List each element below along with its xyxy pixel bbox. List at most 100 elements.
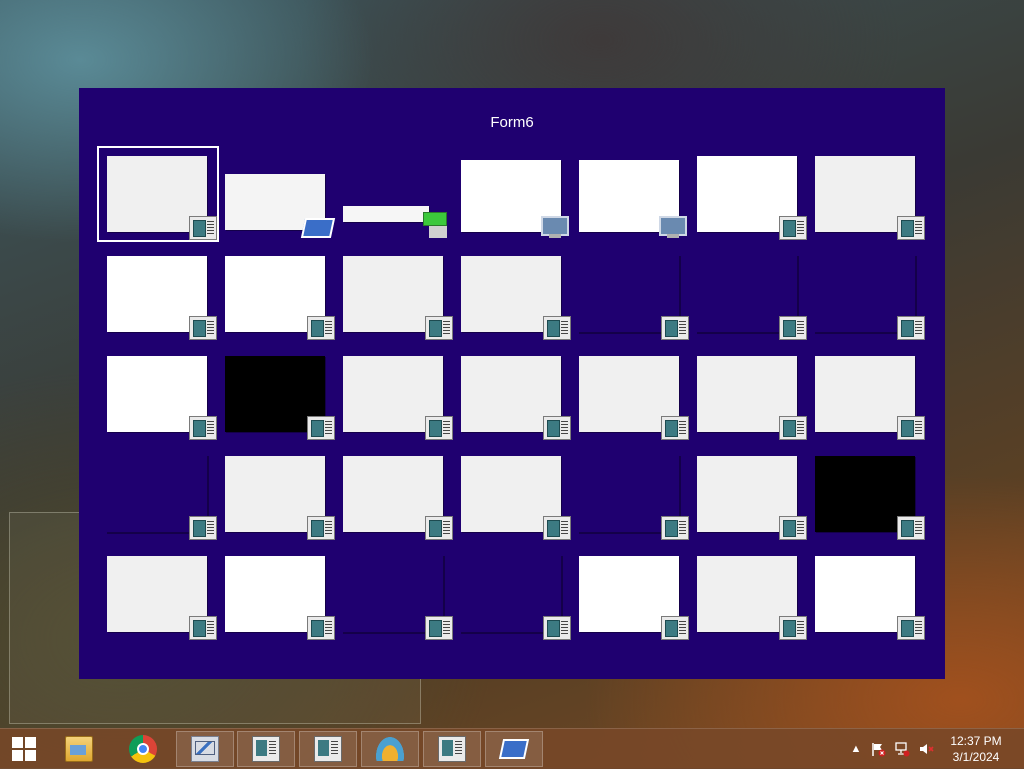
window-thumbnail[interactable] <box>335 448 453 540</box>
form-icon <box>661 316 689 340</box>
window-thumbnail[interactable] <box>571 548 689 640</box>
form-icon <box>425 616 453 640</box>
form-icon <box>897 316 925 340</box>
form-icon <box>307 416 335 440</box>
form-app-2-icon <box>314 736 342 762</box>
window-thumbnail[interactable] <box>453 448 571 540</box>
system-tray: ▲ 12:37 PM 3/1/2024 <box>824 729 1024 769</box>
window-thumbnail[interactable] <box>97 146 219 242</box>
performance-monitor-icon <box>537 214 571 240</box>
window-thumbnail[interactable] <box>99 348 217 440</box>
window-thumbnail[interactable] <box>807 548 925 640</box>
volume-muted-icon[interactable] <box>918 741 934 757</box>
clock[interactable]: 12:37 PM 3/1/2024 <box>946 733 1006 765</box>
chrome-icon <box>129 735 157 763</box>
form-icon <box>189 616 217 640</box>
clock-time: 12:37 PM <box>950 734 1002 748</box>
window-thumbnail[interactable] <box>571 148 689 240</box>
form-icon <box>779 416 807 440</box>
window-thumbnail[interactable] <box>571 248 689 340</box>
thumbnail-preview <box>343 206 429 222</box>
window-thumbnail[interactable] <box>335 248 453 340</box>
taskbar-button-form-app-2[interactable] <box>299 731 357 767</box>
window-thumbnail[interactable] <box>99 448 217 540</box>
taskbar-button-form-app-1[interactable] <box>237 731 295 767</box>
window-thumbnail[interactable] <box>217 548 335 640</box>
form-icon <box>425 316 453 340</box>
action-center-flag-icon[interactable] <box>870 741 886 757</box>
window-thumbnail[interactable] <box>807 348 925 440</box>
computer-icon <box>655 214 689 240</box>
window-thumbnail[interactable] <box>571 348 689 440</box>
form-app-3-icon <box>438 736 466 762</box>
form-icon <box>897 616 925 640</box>
shell-app-icon <box>376 737 404 761</box>
window-thumbnail[interactable] <box>453 548 571 640</box>
file-explorer-icon <box>65 736 93 762</box>
alt-tab-switcher: Form6 <box>79 88 945 679</box>
form-icon <box>543 416 571 440</box>
window-thumbnail[interactable] <box>453 248 571 340</box>
form-icon <box>307 516 335 540</box>
window-thumbnail[interactable] <box>453 348 571 440</box>
window-thumbnail[interactable] <box>335 348 453 440</box>
form-icon <box>897 216 925 240</box>
battery-icon <box>419 210 453 240</box>
window-thumbnail[interactable] <box>217 348 335 440</box>
window-thumbnail[interactable] <box>689 348 807 440</box>
window-thumbnail[interactable] <box>689 148 807 240</box>
form-icon <box>661 516 689 540</box>
window-thumbnail[interactable] <box>335 148 453 240</box>
taskbar-button-shell-app[interactable] <box>361 731 419 767</box>
window-thumbnail[interactable] <box>217 248 335 340</box>
form-icon <box>661 616 689 640</box>
window-thumbnail[interactable] <box>807 448 925 540</box>
form-icon <box>189 416 217 440</box>
window-thumbnail[interactable] <box>99 248 217 340</box>
window-thumbnail[interactable] <box>571 448 689 540</box>
form-icon <box>307 616 335 640</box>
form-icon <box>543 616 571 640</box>
form-icon <box>543 316 571 340</box>
window-thumbnail[interactable] <box>453 148 571 240</box>
taskbar: ▲ 12:37 PM 3/1/2024 <box>0 728 1024 769</box>
clock-date: 3/1/2024 <box>952 750 1000 764</box>
form-icon <box>779 216 807 240</box>
taskbar-button-performance-monitor[interactable] <box>176 731 234 767</box>
window-thumbnail[interactable] <box>217 448 335 540</box>
window-thumbnail[interactable] <box>807 248 925 340</box>
taskbar-button-remote-desktop[interactable] <box>485 731 543 767</box>
window-thumbnail[interactable] <box>335 548 453 640</box>
form-icon <box>189 316 217 340</box>
form-icon <box>661 416 689 440</box>
form-icon <box>897 516 925 540</box>
form-icon <box>779 316 807 340</box>
taskbar-button-chrome[interactable] <box>114 731 172 767</box>
show-hidden-icons-button[interactable]: ▲ <box>848 741 864 757</box>
window-thumbnail[interactable] <box>689 248 807 340</box>
form-icon <box>307 316 335 340</box>
form-icon <box>543 516 571 540</box>
window-thumbnail[interactable] <box>689 548 807 640</box>
taskbar-button-file-explorer[interactable] <box>50 731 108 767</box>
form-icon <box>189 516 217 540</box>
form-icon <box>779 616 807 640</box>
window-thumbnail[interactable] <box>807 148 925 240</box>
taskbar-button-form-app-3[interactable] <box>423 731 481 767</box>
performance-monitor-icon <box>191 736 219 762</box>
form-app-1-icon <box>252 736 280 762</box>
form-icon <box>189 216 217 240</box>
window-thumbnail[interactable] <box>217 148 335 240</box>
remote-desktop-icon <box>498 739 530 759</box>
thumbnail-grid <box>79 88 945 679</box>
network-icon[interactable] <box>894 741 910 757</box>
window-thumbnail[interactable] <box>99 548 217 640</box>
form-icon <box>897 416 925 440</box>
form-icon <box>779 516 807 540</box>
remote-desktop-icon <box>301 214 335 240</box>
start-button[interactable] <box>0 729 48 769</box>
window-thumbnail[interactable] <box>689 448 807 540</box>
form-icon <box>425 516 453 540</box>
windows-logo-icon <box>12 737 36 761</box>
form-icon <box>425 416 453 440</box>
